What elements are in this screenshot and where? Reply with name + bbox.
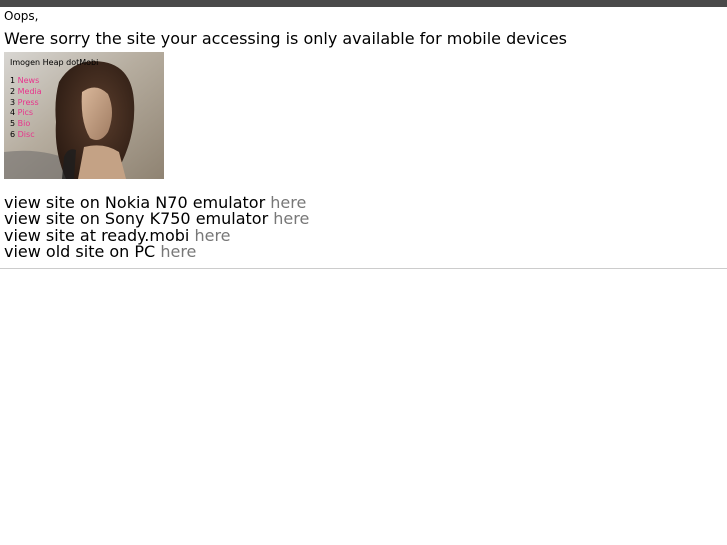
preview-menu-item-disc: 6 Disc <box>10 129 35 139</box>
page-headline: Were sorry the site your accessing is on… <box>4 29 567 48</box>
preview-menu: 1 News 2 Media 3 Press 4 Pics 5 Bio 6 Di… <box>10 76 42 141</box>
link-row-text: view old site on PC <box>4 242 156 262</box>
mobile-site-preview-image: Imogen Heap dotMobi 1 News 2 Media 3 Pre… <box>4 52 164 179</box>
preview-menu-item-press: 3 Press <box>10 97 39 107</box>
preview-menu-item-bio: 5 Bio <box>10 119 31 129</box>
top-bar <box>0 0 727 7</box>
view-options-list: view site on Nokia N70 emulator here vie… <box>4 194 309 261</box>
greeting-text: Oops, <box>4 9 39 23</box>
preview-menu-item-pics: 4 Pics <box>10 108 34 118</box>
ready-mobi-link[interactable]: here <box>194 226 230 245</box>
preview-menu-item-news: 1 News <box>10 76 40 85</box>
preview-title: Imogen Heap dotMobi <box>10 58 99 67</box>
old-site-pc-link[interactable]: here <box>160 242 196 261</box>
link-row-oldsite: view old site on PC here <box>4 244 309 260</box>
sony-k750-emulator-link[interactable]: here <box>273 209 309 228</box>
preview-menu-item-media: 2 Media <box>10 86 42 96</box>
divider <box>0 268 727 269</box>
